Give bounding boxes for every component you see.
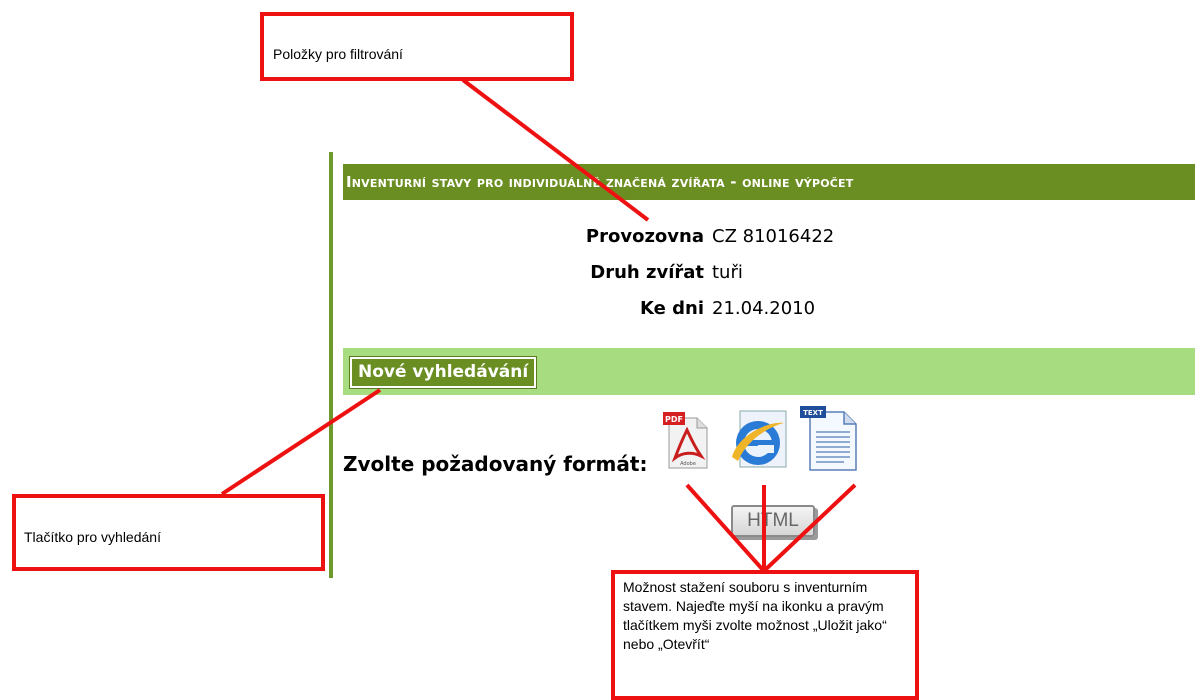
ie-icon[interactable] [728,407,792,471]
svg-text:TEXT: TEXT [803,409,823,417]
search-pointer-line [220,388,382,496]
search-bar: Nové vyhledávání [343,348,1195,395]
text-file-icon[interactable]: TEXT [800,406,860,472]
field-label: Provozovna [585,226,704,247]
callout-filter-items: Položky pro filtrování [260,12,574,81]
field-druh-zvirat: Druh zvířat [343,262,704,286]
svg-text:Adobe: Adobe [680,461,696,467]
callout-search-button: Tlačítko pro vyhledání [12,494,325,571]
field-label: Ke dni [640,298,704,319]
field-label: Druh zvířat [590,262,704,283]
annotation-lines [220,78,857,572]
left-divider [329,152,333,578]
callout-download: Možnost stažení souboru s inventurním st… [611,570,919,700]
format-label: Zvolte požadovaný formát: [343,452,648,476]
field-value: tuři [712,262,743,283]
field-value: 21.04.2010 [712,298,816,319]
svg-text:PDF: PDF [665,415,683,424]
html-export-button[interactable]: HTML [731,505,815,537]
field-ke-dni: Ke dni [343,298,704,322]
page-title: Inventurní stavy pro individuálně značen… [343,164,1195,200]
field-value: CZ 81016422 [712,226,835,247]
pdf-icon[interactable]: PDF Adobe [663,412,711,470]
field-provozovna: Provozovna [343,226,704,250]
new-search-button[interactable]: Nové vyhledávání [348,356,538,389]
